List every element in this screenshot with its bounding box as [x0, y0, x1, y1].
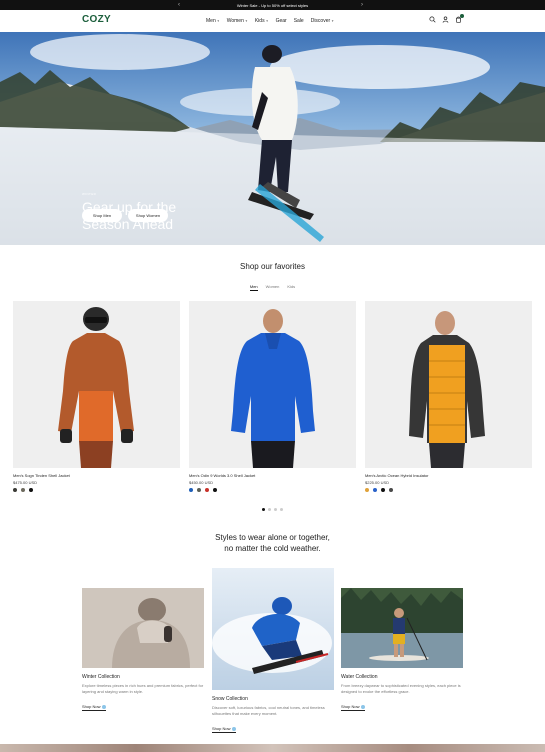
collection-description: Explore timeless pieces in rich hues and…: [82, 683, 204, 694]
announcement-text: Winter Sale - Up to 50% off select style…: [236, 2, 309, 8]
color-swatch[interactable]: [13, 488, 17, 492]
collection-title: Winter Collection: [82, 674, 120, 680]
color-swatch[interactable]: [381, 488, 385, 492]
tab-men[interactable]: Men: [249, 284, 258, 291]
chevron-down-icon: ▼: [244, 19, 248, 23]
arrow-circle-icon: [232, 726, 237, 731]
main-nav: Men ▼ Women ▼ Kids ▼ Gear Sale Discover ▼: [206, 18, 334, 24]
color-swatch[interactable]: [213, 488, 217, 492]
chevron-down-icon: ▼: [331, 19, 335, 23]
color-swatch[interactable]: [29, 488, 33, 492]
arrow-circle-icon: [361, 704, 366, 709]
collection-title: Snow Collection: [212, 696, 248, 702]
shop-now-label: Shop Now: [212, 726, 231, 731]
nav-item-men[interactable]: Men ▼: [206, 18, 220, 24]
nav-label: Discover: [310, 18, 331, 24]
arrow-circle-icon: [102, 704, 107, 709]
color-swatches: [13, 488, 180, 492]
product-image[interactable]: [189, 301, 356, 468]
logo[interactable]: COZY: [82, 14, 111, 25]
carousel-dot[interactable]: [280, 508, 283, 511]
product-price: $450.00 USD: [189, 480, 214, 485]
color-swatch[interactable]: [365, 488, 369, 492]
nav-label: Men: [206, 18, 216, 24]
favorites-tabs: Men Women Kids: [0, 284, 545, 291]
tab-women[interactable]: Women: [266, 284, 280, 291]
hero-eyebrow: WINTER: [82, 192, 97, 196]
color-swatch[interactable]: [389, 488, 393, 492]
color-swatch[interactable]: [21, 488, 25, 492]
favorites-title: Shop our favorites: [240, 262, 305, 271]
carousel-dot[interactable]: [274, 508, 277, 511]
collection-card-winter[interactable]: Winter Collection Explore timeless piece…: [82, 588, 204, 713]
announcement-prev-arrow[interactable]: ‹: [178, 1, 180, 9]
shop-now-link[interactable]: Shop Now: [341, 704, 366, 711]
shop-men-button[interactable]: Shop Men: [82, 209, 122, 222]
cart-count-badge: [460, 14, 464, 18]
product-price: $475.00 USD: [13, 480, 38, 485]
carousel-dot[interactable]: [262, 508, 265, 511]
product-card[interactable]: Men's Odin 9 Worlds 3.0 Shell Jacket $45…: [189, 301, 356, 492]
product-image[interactable]: [365, 301, 532, 468]
shop-now-link[interactable]: Shop Now: [82, 704, 107, 711]
nav-item-women[interactable]: Women ▼: [227, 18, 248, 24]
color-swatch[interactable]: [189, 488, 193, 492]
collection-description: Discover soft, luxurious fabrics, cool n…: [212, 705, 325, 716]
collection-card-water[interactable]: Water Collection From breezy daywear to …: [341, 588, 463, 713]
product-name[interactable]: Men's Arctic Ocean Hybrid Insulator: [365, 473, 532, 478]
hero-buttons: Shop Men Shop Women: [82, 209, 168, 222]
styles-title: Styles to wear alone or together, no mat…: [0, 532, 545, 554]
tab-kids[interactable]: Kids: [287, 284, 295, 291]
product-name[interactable]: Men's Sogn Tinden Shell Jacket: [13, 473, 180, 478]
shop-now-label: Shop Now: [82, 704, 101, 709]
chevron-down-icon: ▼: [216, 19, 220, 23]
product-card[interactable]: Men's Sogn Tinden Shell Jacket $475.00 U…: [13, 301, 180, 492]
carousel-dot[interactable]: [268, 508, 271, 511]
announcement-next-arrow[interactable]: ›: [361, 1, 363, 9]
product-name[interactable]: Men's Odin 9 Worlds 3.0 Shell Jacket: [189, 473, 356, 478]
color-swatches: [189, 488, 356, 492]
product-price: $225.00 USD: [365, 480, 390, 485]
chevron-down-icon: ▼: [265, 19, 269, 23]
styles-title-line1: Styles to wear alone or together,: [215, 533, 330, 542]
collection-image[interactable]: [212, 568, 334, 690]
nav-label: Women: [226, 18, 244, 24]
collection-image[interactable]: [341, 588, 463, 668]
collection-description: From breezy daywear to sophisticated eve…: [341, 683, 461, 694]
styles-title-line2: no matter the cold weather.: [224, 544, 321, 553]
product-image[interactable]: [13, 301, 180, 468]
shop-now-link[interactable]: Shop Now: [212, 726, 237, 733]
collection-card-snow[interactable]: Snow Collection Discover soft, luxurious…: [212, 568, 334, 735]
nav-item-kids[interactable]: Kids ▼: [255, 18, 269, 24]
color-swatches: [365, 488, 532, 492]
nav-label: Sale: [293, 18, 304, 24]
account-icon[interactable]: [442, 16, 449, 23]
collection-image[interactable]: [82, 588, 204, 668]
color-swatch[interactable]: [205, 488, 209, 492]
header-icons: [429, 14, 464, 23]
shop-women-button[interactable]: Shop Women: [128, 209, 168, 222]
color-swatch[interactable]: [197, 488, 201, 492]
nav-label: Gear: [275, 18, 287, 24]
cart-icon[interactable]: [455, 14, 464, 23]
site-header: COZY Men ▼ Women ▼ Kids ▼ Gear Sale Discove…: [0, 10, 545, 32]
nav-item-gear[interactable]: Gear: [276, 18, 287, 24]
announcement-bar: ‹ Winter Sale - Up to 50% off select sty…: [0, 0, 545, 10]
color-swatch[interactable]: [373, 488, 377, 492]
nav-label: Kids: [254, 18, 265, 24]
carousel-dots: [262, 508, 283, 511]
product-card[interactable]: Men's Arctic Ocean Hybrid Insulator $225…: [365, 301, 532, 492]
search-icon[interactable]: [429, 16, 436, 23]
collection-title: Water Collection: [341, 674, 378, 680]
next-section-image-strip: [0, 744, 545, 752]
shop-now-label: Shop Now: [341, 704, 360, 709]
nav-item-sale[interactable]: Sale: [294, 18, 304, 24]
nav-item-discover[interactable]: Discover ▼: [311, 18, 334, 24]
